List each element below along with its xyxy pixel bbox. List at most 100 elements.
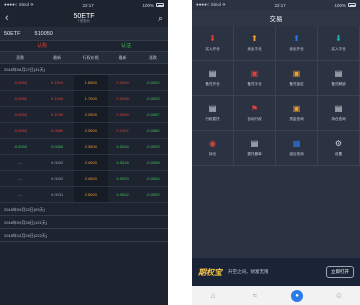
- doc-icon: ▤: [208, 104, 217, 113]
- grid-item[interactable]: ▤ 行权委托: [192, 96, 234, 131]
- table-row[interactable]: -0.0060 0.0680 2.3000 0.0157 -0.0060: [0, 123, 168, 139]
- option-quote-screen: ●●●●○ Sinol ✈ 22:17 100% ‹ 50ETF T型报价 ⌕ …: [0, 0, 168, 305]
- put-last: 0.0048: [116, 96, 129, 101]
- down-arrow-icon: ⬇: [335, 34, 342, 43]
- table-row[interactable]: --- 0.0032 2.4500 0.0003 -0.0004: [0, 171, 168, 187]
- grid-item[interactable]: ▦ 组合查询: [276, 131, 318, 166]
- home-icon[interactable]: ⌂: [207, 290, 219, 302]
- call-last: 0.0032: [50, 176, 64, 181]
- grid-item[interactable]: ▤ 备兑解锁: [318, 61, 360, 96]
- grid-item-label: 备兑平仓: [247, 82, 262, 86]
- put-change: -0.0002: [146, 80, 160, 85]
- gear-icon: ⚙: [334, 139, 343, 148]
- call-last: 0.1030: [50, 112, 64, 117]
- nav-bar: ‹ 50ETF T型报价 ⌕: [0, 10, 168, 27]
- grid-item-label: 买入平仓: [331, 47, 346, 51]
- grid-item-label: 委托撤单: [247, 152, 262, 156]
- grid-item-label: 卖出开仓: [289, 47, 304, 51]
- put-last: 0.0002: [116, 192, 129, 197]
- up-arrow-icon: ⬆: [251, 34, 258, 43]
- promo-banner[interactable]: 期权宝 升空之间，财富无限 立即打开: [192, 258, 360, 286]
- table-row[interactable]: -0.0050 0.0360 2.3500 0.0034 -0.0029: [0, 139, 168, 155]
- put-change: -0.0004: [146, 176, 160, 181]
- carrier-label: ●●●●○ Sinol ✈: [196, 2, 226, 7]
- strike-price: 2.2500: [73, 107, 108, 122]
- call-change: -0.0050: [13, 112, 27, 117]
- back-icon[interactable]: ‹: [5, 12, 9, 24]
- strike-price: 2.5000: [73, 187, 108, 202]
- strike-price: 1.7000: [73, 91, 108, 106]
- table-row[interactable]: --- 0.0031 2.5000 0.0002 -0.0000: [0, 187, 168, 203]
- doc-icon: ▤: [334, 69, 343, 78]
- expiry-section[interactable]: 2018年09月22日(93天): [0, 203, 168, 216]
- col-change: 涨跌: [16, 55, 25, 60]
- table-row[interactable]: -0.0060 0.1510 1.6500 0.0049 -0.0002: [0, 75, 168, 91]
- page-subtitle: T型报价: [77, 19, 91, 24]
- chart-icon[interactable]: ≈: [249, 290, 261, 302]
- grid-item[interactable]: ▤ 持仓查询: [318, 96, 360, 131]
- strike-price: 2.3000: [73, 123, 108, 138]
- table-row[interactable]: -0.0080 0.1430 1.7000 0.0048 -0.0003: [0, 91, 168, 107]
- call-change: -0.0050: [13, 144, 27, 149]
- grid-item-label: 持仓: [208, 152, 217, 156]
- trade-function-grid: ⬇ 买入开仓 ⬆ 卖出平仓 ⬆ 卖出开仓 ⬇ 买入平仓 ▤ 备兑开仓 ▣ 备兑平仓 ▣ 备兑锁定 ▤ 备兑解锁…: [192, 26, 360, 166]
- call-change: ---: [18, 176, 23, 181]
- put-last: 0.0049: [116, 80, 129, 85]
- put-change: -0.0000: [146, 192, 160, 197]
- search-icon[interactable]: ⌕: [158, 13, 163, 24]
- open-now-button[interactable]: 立即打开: [326, 266, 354, 278]
- grid-item-label: 持仓查询: [331, 117, 346, 121]
- doc-icon: ▤: [250, 139, 259, 148]
- grid-item[interactable]: ⚙ 设置: [318, 131, 360, 166]
- up-arrow-icon: ⬆: [293, 34, 300, 43]
- grid-item-label: 行权委托: [205, 117, 220, 121]
- col-strike: 行权价格: [82, 55, 99, 60]
- grid-item[interactable]: ▤ 备兑开仓: [192, 61, 234, 96]
- strike-price: 2.4500: [73, 171, 108, 186]
- doc-icon: ▤: [334, 104, 343, 113]
- grid-item[interactable]: ⬆ 卖出开仓: [276, 26, 318, 61]
- column-header: 涨跌 最新 行权价格 最新 涨跌: [0, 52, 168, 64]
- strike-price: 2.3500: [73, 139, 108, 154]
- tab-bar: ⌂ ≈ ● ☺: [192, 286, 360, 305]
- table-row[interactable]: --- 0.0032 2.4000 0.0016 -0.0008: [0, 155, 168, 171]
- call-last: 0.1430: [50, 96, 64, 101]
- expiry-section[interactable]: 2018年09月26日(121天): [0, 216, 168, 229]
- put-last: 0.0003: [116, 176, 129, 181]
- expiry-section-open[interactable]: 2018年06月27日(31天): [0, 64, 168, 75]
- put-last: 0.0034: [116, 144, 129, 149]
- grid-item[interactable]: ▣ 资金查询: [276, 96, 318, 131]
- grid-item[interactable]: ▣ 备兑平仓: [234, 61, 276, 96]
- grid-item[interactable]: ▣ 备兑锁定: [276, 61, 318, 96]
- grid-item[interactable]: ⬆ 卖出平仓: [234, 26, 276, 61]
- expiry-section[interactable]: 2018年12月26日(222天): [0, 229, 168, 242]
- put-change: -0.0060: [146, 128, 160, 133]
- strike-price: 1.6500: [73, 75, 108, 90]
- grid-item[interactable]: ⚑ 自动行权: [234, 96, 276, 131]
- grid-item[interactable]: ◉ 持仓: [192, 131, 234, 166]
- carrier-label: ●●●●○ Sinol ✈: [4, 2, 34, 7]
- grid-item-label: 自动行权: [247, 117, 262, 121]
- table-row[interactable]: -0.0050 0.1030 2.2500 0.0090 -0.0057: [0, 107, 168, 123]
- put-last: 0.0016: [116, 160, 129, 165]
- put-last: 0.0157: [116, 128, 129, 133]
- grid-item[interactable]: ▤ 委托撤单: [234, 131, 276, 166]
- grid-item-label: 买入开仓: [205, 47, 220, 51]
- flag-icon: ⚑: [250, 104, 259, 113]
- trade-icon[interactable]: ●: [291, 289, 303, 302]
- status-bar: ●●●●○ Sinol ✈ 22:17 100%: [192, 0, 360, 10]
- battery-icon: [348, 3, 356, 7]
- security-bar: 50ETF 510050: [0, 27, 168, 41]
- banner-slogan: 升空之间，财富无限: [228, 269, 269, 274]
- user-icon[interactable]: ☺: [333, 290, 345, 302]
- grid-item[interactable]: ⬇ 买入开仓: [192, 26, 234, 61]
- put-change: -0.0057: [146, 112, 160, 117]
- grid-item-label: 备兑开仓: [205, 82, 220, 86]
- trade-menu-screen: ●●●●○ Sinol ✈ 22:17 100% 交易 ⬇ 买入开仓 ⬆ 卖出平仓 ⬆ 卖…: [192, 0, 360, 305]
- battery-label: 100%: [142, 2, 154, 8]
- page-title: 交易: [269, 16, 283, 23]
- lock-icon: ▣: [292, 69, 301, 78]
- grid-item[interactable]: ⬇ 买入平仓: [318, 26, 360, 61]
- put-change: -0.0008: [146, 160, 160, 165]
- banner-logo: 期权宝: [198, 267, 222, 277]
